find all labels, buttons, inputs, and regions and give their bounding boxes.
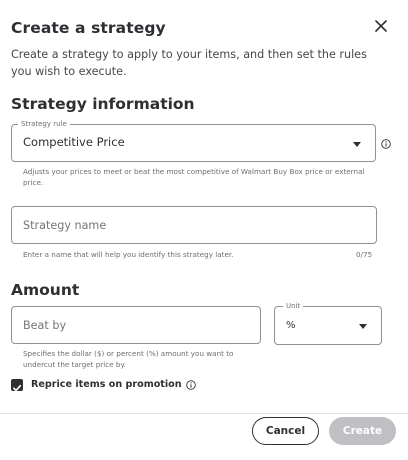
check-icon bbox=[12, 384, 22, 392]
close-icon[interactable] bbox=[372, 17, 390, 35]
strategy-rule-helper: Adjusts your prices to meet or beat the … bbox=[23, 167, 365, 187]
strategy-name-placeholder: Strategy name bbox=[23, 219, 107, 232]
info-icon[interactable] bbox=[381, 139, 391, 149]
strategy-name-counter: 0/75 bbox=[356, 250, 373, 259]
cancel-button[interactable]: Cancel bbox=[252, 417, 319, 445]
modal-intro: Create a strategy to apply to your items… bbox=[11, 48, 367, 78]
footer-divider bbox=[0, 413, 408, 414]
strategy-name-input[interactable]: Strategy name bbox=[11, 206, 377, 244]
strategy-name-helper: Enter a name that will help you identify… bbox=[23, 250, 234, 259]
unit-select[interactable]: Unit % bbox=[274, 301, 382, 345]
strategy-rule-legend: Strategy rule bbox=[18, 119, 70, 129]
create-button[interactable]: Create bbox=[329, 417, 396, 445]
chevron-down-icon bbox=[359, 324, 367, 329]
chevron-down-icon bbox=[353, 142, 361, 147]
modal-title: Create a strategy bbox=[11, 19, 166, 37]
amount-heading: Amount bbox=[11, 281, 80, 299]
reprice-promotion-label[interactable]: Reprice items on promotion bbox=[31, 379, 182, 390]
strategy-rule-select[interactable]: Strategy rule Competitive Price bbox=[11, 119, 376, 162]
beat-by-placeholder: Beat by bbox=[23, 319, 67, 332]
strategy-rule-value: Competitive Price bbox=[23, 135, 125, 149]
beat-by-input[interactable]: Beat by bbox=[11, 306, 261, 344]
unit-legend: Unit bbox=[283, 301, 304, 311]
unit-value: % bbox=[286, 320, 296, 331]
reprice-promotion-checkbox[interactable] bbox=[11, 379, 23, 392]
strategy-info-heading: Strategy information bbox=[11, 95, 195, 113]
info-icon[interactable] bbox=[186, 380, 196, 390]
beat-by-helper: Specifies the dollar ($) or percent (%) … bbox=[23, 349, 234, 369]
